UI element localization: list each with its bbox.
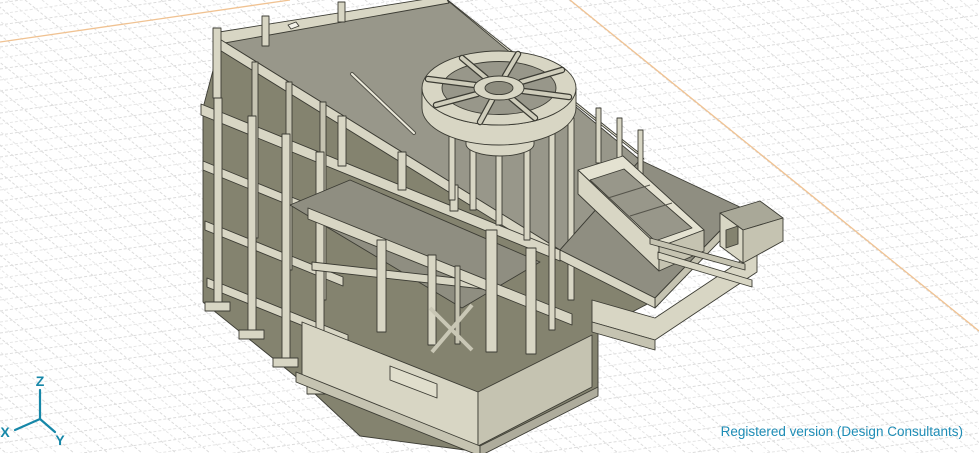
axis-label-y: Y — [55, 432, 65, 448]
frame-column — [213, 97, 223, 305]
discharge-notch — [725, 225, 739, 249]
roof-post — [337, 1, 346, 23]
axis-label-x: X — [0, 424, 10, 440]
frame-column — [281, 133, 291, 361]
wing-post — [595, 107, 602, 164]
storey-column-large — [525, 247, 537, 355]
watermark-text: Registered version (Design Consultants) — [721, 424, 963, 439]
viewport-canvas[interactable]: Z X Y Registered version (Design Consult… — [0, 0, 979, 453]
frame-footing — [272, 357, 299, 368]
tower-hub-hole — [484, 80, 514, 96]
roof-post — [261, 15, 270, 47]
storey-column — [427, 254, 437, 346]
storey-column-large — [485, 229, 498, 353]
axis-label-z: Z — [36, 373, 45, 389]
deck-column — [397, 151, 407, 191]
storey-column — [376, 239, 387, 333]
deck-column — [337, 115, 347, 167]
frame-footing — [238, 329, 265, 340]
tower-column — [548, 122, 556, 331]
tower-column — [567, 117, 575, 301]
frame-footing — [204, 301, 231, 312]
frame-column — [247, 115, 257, 333]
model-3d[interactable] — [200, 0, 784, 453]
roof-corner-post — [212, 27, 222, 99]
